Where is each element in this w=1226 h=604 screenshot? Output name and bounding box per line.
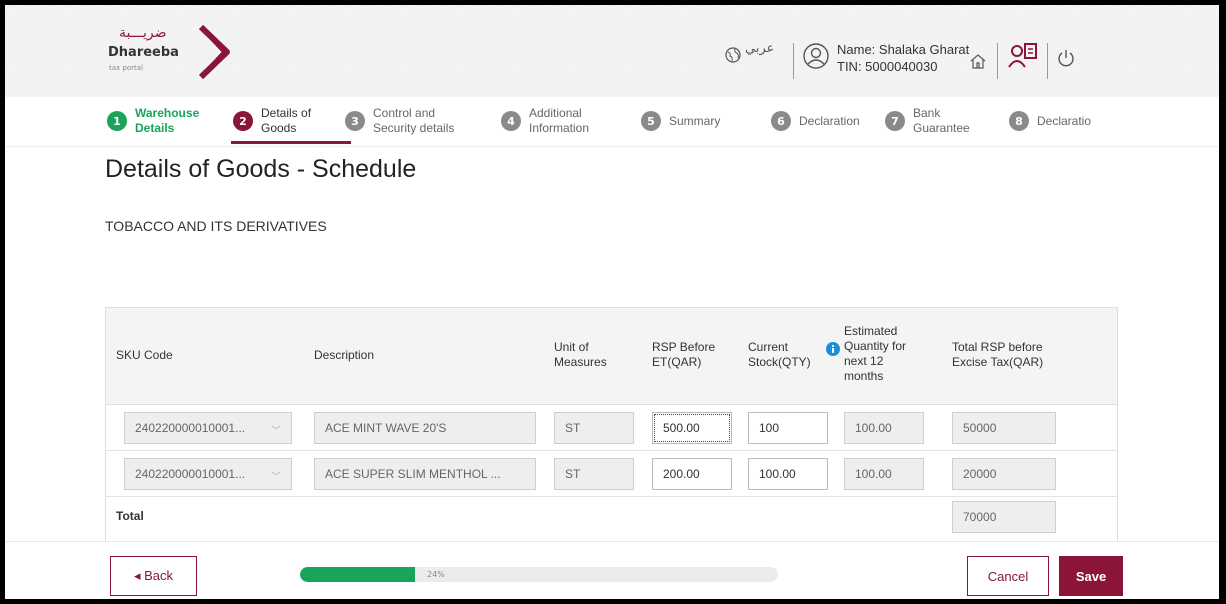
cancel-button[interactable]: Cancel xyxy=(967,556,1049,596)
sku-select[interactable]: 240220000010001... ﹀ xyxy=(124,458,292,490)
step-label: Additional Information xyxy=(529,106,590,135)
chevron-down-icon: ﹀ xyxy=(271,472,281,483)
col-header-rsp: RSP Before ET(QAR) xyxy=(652,340,716,369)
step-label: Declaratio xyxy=(1037,113,1092,128)
logo-subtitle: tax portal xyxy=(109,64,143,72)
stock-input[interactable]: 100.00 xyxy=(748,458,828,490)
language-toggle[interactable]: عربي xyxy=(745,41,774,56)
progress-percent: 24% xyxy=(427,570,445,579)
col-header-description: Description xyxy=(314,348,375,362)
header-divider xyxy=(1047,43,1048,79)
dhareeba-logo[interactable]: ضريـــبة Dhareeba tax portal xyxy=(105,23,235,81)
home-icon[interactable] xyxy=(969,53,987,69)
step-label: Summary xyxy=(669,113,721,128)
power-icon[interactable] xyxy=(1057,49,1075,67)
step-number: 2 xyxy=(233,111,253,131)
step-bank-guarantee[interactable]: 7 Bank Guarantee xyxy=(885,101,970,141)
step-label: Declaration xyxy=(799,113,860,128)
grand-total-field: 70000 xyxy=(952,501,1056,533)
rsp-input[interactable]: 200.00 xyxy=(652,458,732,490)
chevron-down-icon: ﹀ xyxy=(271,426,281,437)
description-field: ACE MINT WAVE 20'S xyxy=(314,412,536,444)
step-declaration-final[interactable]: 8 Declaratio xyxy=(1009,101,1091,141)
estimated-quantity-field: 100.00 xyxy=(844,458,924,490)
total-row: Total 70000 xyxy=(106,497,1117,543)
step-label: Details of Goods xyxy=(261,106,312,135)
back-button[interactable]: ◂ Back xyxy=(110,556,197,596)
total-label: Total xyxy=(116,509,144,523)
header-divider xyxy=(793,43,794,79)
step-label: Control and Security details xyxy=(373,106,455,135)
info-icon[interactable] xyxy=(826,342,840,356)
footer-bar: ◂ Back 24% Cancel Save xyxy=(5,541,1219,599)
table-row: 240220000010001... ﹀ ACE MINT WAVE 20'S … xyxy=(106,405,1117,451)
logo-arabic-text: ضريـــبة xyxy=(119,25,167,41)
progress-bar xyxy=(300,567,778,582)
app-window: ضريـــبة Dhareeba tax portal عربي Name: … xyxy=(5,5,1219,599)
col-header-stock: Current Stock(QTY) xyxy=(748,340,811,369)
stock-input[interactable]: 100 xyxy=(748,412,828,444)
sku-value: 240220000010001... xyxy=(135,467,246,481)
logo-name: Dhareeba xyxy=(108,45,179,60)
step-number: 7 xyxy=(885,111,905,131)
description-field: ACE SUPER SLIM MENTHOL ... xyxy=(314,458,536,490)
section-heading: TOBACCO AND ITS DERIVATIVES xyxy=(105,218,327,234)
col-header-sku: SKU Code xyxy=(116,348,173,362)
step-details-of-goods[interactable]: 2 Details of Goods xyxy=(233,101,311,141)
step-summary[interactable]: 5 Summary xyxy=(641,101,720,141)
user-avatar-icon[interactable] xyxy=(803,43,829,69)
step-declaration[interactable]: 6 Declaration xyxy=(771,101,860,141)
unit-field: ST xyxy=(554,412,634,444)
active-step-underline xyxy=(231,141,351,144)
unit-field: ST xyxy=(554,458,634,490)
sku-select[interactable]: 240220000010001... ﹀ xyxy=(124,412,292,444)
estimated-quantity-field: 100.00 xyxy=(844,412,924,444)
step-number: 1 xyxy=(107,111,127,131)
step-label: Warehouse Details xyxy=(135,106,200,135)
col-header-total-rsp: Total RSP before Excise Tax(QAR) xyxy=(952,340,1044,369)
goods-schedule-table: SKU Code Description Unit of Measures RS… xyxy=(105,307,1118,544)
user-name: Name: Shalaka Gharat xyxy=(837,42,970,57)
step-number: 8 xyxy=(1009,111,1029,131)
page-title: Details of Goods - Schedule xyxy=(105,155,417,183)
logo-chevrons-mark xyxy=(198,24,230,80)
globe-icon[interactable] xyxy=(725,47,741,63)
step-number: 4 xyxy=(501,111,521,131)
switch-profile-icon[interactable] xyxy=(1007,41,1039,71)
col-header-estimated: Estimated Quantity for next 12 months xyxy=(844,324,907,383)
progress-fill xyxy=(300,567,415,582)
step-number: 5 xyxy=(641,111,661,131)
table-row: 240220000010001... ﹀ ACE SUPER SLIM MENT… xyxy=(106,451,1117,497)
col-header-unit: Unit of Measures xyxy=(554,340,607,369)
step-number: 6 xyxy=(771,111,791,131)
total-rsp-field: 50000 xyxy=(952,412,1056,444)
table-header: SKU Code Description Unit of Measures RS… xyxy=(106,308,1117,405)
sku-value: 240220000010001... xyxy=(135,421,246,435)
top-header: ضريـــبة Dhareeba tax portal عربي Name: … xyxy=(5,5,1219,97)
save-button[interactable]: Save xyxy=(1059,556,1123,596)
step-additional-information[interactable]: 4 Additional Information xyxy=(501,101,589,141)
step-warehouse-details[interactable]: 1 Warehouse Details xyxy=(107,101,199,141)
step-control-security[interactable]: 3 Control and Security details xyxy=(345,101,454,141)
rsp-input[interactable]: 500.00 xyxy=(652,412,732,444)
step-label: Bank Guarantee xyxy=(913,106,970,135)
user-tin: TIN: 5000040030 xyxy=(837,59,938,74)
header-divider xyxy=(997,43,998,79)
step-number: 3 xyxy=(345,111,365,131)
total-rsp-field: 20000 xyxy=(952,458,1056,490)
wizard-stepper: 1 Warehouse Details 2 Details of Goods 3… xyxy=(5,97,1219,147)
